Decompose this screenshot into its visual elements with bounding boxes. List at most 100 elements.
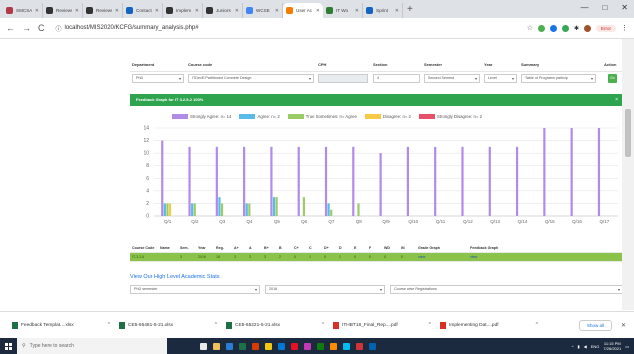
- star-icon[interactable]: ☆: [527, 24, 533, 32]
- puzzle-icon[interactable]: ✱: [574, 25, 579, 32]
- legend-item[interactable]: True Sometimes: n= Agree: [287, 114, 357, 119]
- bar: [330, 209, 333, 216]
- minimize-button[interactable]: —: [580, 3, 588, 12]
- browser-tab[interactable]: SMCSA ✕: [3, 3, 43, 18]
- browser-tab[interactable]: WCSE ✕: [243, 3, 283, 18]
- tab-close-icon[interactable]: ✕: [235, 8, 239, 14]
- taskbar-app-icon[interactable]: [239, 342, 246, 350]
- language-indicator[interactable]: ENG: [591, 344, 600, 349]
- academic-stats-link[interactable]: View Our High Level Academic Stats: [130, 274, 219, 280]
- browser-tab[interactable]: IT Wo ✕: [323, 3, 363, 18]
- extension-icon[interactable]: [549, 24, 557, 32]
- taskbar-app-icon[interactable]: [200, 342, 207, 350]
- cph-field[interactable]: [318, 74, 368, 83]
- system-tray: ^ ▮ ◀ ENG 11:15 PM 7/26/2021 ▭: [572, 341, 634, 351]
- new-tab-button[interactable]: +: [407, 4, 413, 15]
- close-download-bar-icon[interactable]: ✕: [621, 322, 626, 329]
- legend-item[interactable]: Strongly Disagree: n= 2: [418, 114, 482, 119]
- tab-close-icon[interactable]: ✕: [115, 8, 119, 14]
- legend-item[interactable]: Disagree: n= 2: [364, 114, 411, 119]
- chevron-up-icon[interactable]: ^: [322, 322, 324, 328]
- scrollbar-thumb[interactable]: [625, 109, 631, 157]
- level-year-select[interactable]: 2016 ▾: [265, 285, 385, 294]
- close-window-button[interactable]: ✕: [621, 3, 628, 12]
- clock[interactable]: 11:15 PM 7/26/2021: [603, 341, 621, 351]
- page-scrollbar[interactable]: [622, 39, 634, 310]
- browser-tab[interactable]: Juniors ✕: [203, 3, 243, 18]
- panel-title: Feedback Graph for IT 3.2.5-2 100%: [136, 97, 204, 102]
- tab-close-icon[interactable]: ✕: [355, 8, 359, 14]
- taskbar-app-icon[interactable]: [252, 342, 259, 350]
- browser-tab[interactable]: User Ac ✕: [283, 3, 323, 18]
- tab-close-icon[interactable]: ✕: [155, 8, 159, 14]
- download-item[interactable]: Feedback Templat....xlsx ^: [12, 321, 110, 329]
- download-item[interactable]: CE5-65221-5-21.xlsx ^: [226, 321, 324, 329]
- taskbar-app-icon[interactable]: [317, 342, 324, 350]
- browser-tab[interactable]: Implem ✕: [163, 3, 203, 18]
- url-text: localhost/MIS2020/KCFG/summary_analysis.…: [64, 25, 199, 31]
- legend-item[interactable]: Strongly Agree: n= 14: [172, 114, 231, 119]
- registrations-select[interactable]: Course wise Registrations ▾: [390, 285, 623, 294]
- taskbar-app-icon[interactable]: [369, 342, 376, 350]
- legend-item[interactable]: Agree: n= 2: [239, 114, 280, 119]
- tab-close-icon[interactable]: ✕: [275, 8, 279, 14]
- extension-icon[interactable]: [561, 24, 569, 32]
- back-arrow-icon[interactable]: ←: [6, 23, 15, 33]
- go-button[interactable]: Go: [608, 74, 617, 83]
- browser-tab[interactable]: Sprint ✕: [363, 3, 403, 18]
- windows-logo-icon: [5, 342, 12, 350]
- browser-tab[interactable]: Reviews ✕: [83, 3, 123, 18]
- extension-icon[interactable]: [537, 24, 545, 32]
- volume-icon[interactable]: ◀: [584, 344, 587, 349]
- y-tick-label: 14: [143, 126, 149, 132]
- taskbar-app-icon[interactable]: [291, 342, 298, 350]
- taskbar-app-icon[interactable]: [278, 342, 285, 350]
- view-graph-link[interactable]: view: [416, 255, 468, 259]
- taskbar-app-icon[interactable]: [265, 342, 272, 350]
- chevron-up-icon[interactable]: ^: [429, 322, 431, 328]
- chevron-up-icon[interactable]: ^: [536, 322, 538, 328]
- menu-icon[interactable]: ⋮: [621, 24, 628, 32]
- forward-arrow-icon[interactable]: →: [22, 23, 31, 33]
- browser-tab[interactable]: Reviews ✕: [43, 3, 83, 18]
- taskbar-app-icon[interactable]: [213, 342, 220, 350]
- close-icon[interactable]: ×: [615, 94, 618, 106]
- view-graph-link[interactable]: view: [468, 255, 508, 259]
- tab-close-icon[interactable]: ✕: [316, 8, 320, 14]
- browser-tab[interactable]: Contact ✕: [123, 3, 163, 18]
- reload-icon[interactable]: C: [38, 23, 45, 33]
- show-all-button[interactable]: Show all: [578, 319, 612, 331]
- download-item[interactable]: CE5-65481-5-21.xlsx ^: [119, 321, 217, 329]
- taskbar-app-icon[interactable]: [226, 342, 233, 350]
- taskbar-app-icon[interactable]: [356, 342, 363, 350]
- taskbar-search[interactable]: ⚲ Type here to search: [17, 338, 167, 354]
- column-header: C+: [294, 246, 299, 250]
- section-field[interactable]: 4: [373, 74, 420, 83]
- semester-select[interactable]: Second Semest ▾: [424, 74, 480, 83]
- download-item[interactable]: ITHBT18_Final_Rep....pdf ^: [333, 321, 431, 329]
- year-select[interactable]: Level ▾: [484, 74, 517, 83]
- tab-close-icon[interactable]: ✕: [195, 8, 199, 14]
- chevron-up-icon[interactable]: ^: [215, 322, 217, 328]
- tab-close-icon[interactable]: ✕: [75, 8, 79, 14]
- department-select[interactable]: PhD ▾: [132, 74, 184, 83]
- profile-error-button[interactable]: Error: [596, 24, 616, 32]
- tab-close-icon[interactable]: ✕: [395, 8, 399, 14]
- taskbar-app-icon[interactable]: [330, 342, 337, 350]
- network-icon[interactable]: ▮: [577, 344, 579, 349]
- taskbar-app-icon[interactable]: [304, 342, 311, 350]
- level-semester-select[interactable]: PhD semester ▾: [130, 285, 260, 294]
- chevron-up-icon[interactable]: ^: [572, 344, 574, 349]
- download-item[interactable]: Implementing Dat....pdf ^: [440, 321, 538, 329]
- url-field[interactable]: ⓘ localhost/MIS2020/KCFG/summary_analysis…: [56, 24, 199, 33]
- y-tick-label: 4: [146, 188, 149, 194]
- avatar[interactable]: [584, 24, 591, 32]
- tab-close-icon[interactable]: ✕: [35, 8, 39, 14]
- course-code-select[interactable]: ITDevE:Partitioned Concrete Design ▾: [188, 74, 314, 83]
- summary-select[interactable]: Table of Programs particip ▾: [521, 74, 596, 83]
- chevron-up-icon[interactable]: ^: [108, 322, 110, 328]
- taskbar-app-icon[interactable]: [343, 342, 350, 350]
- notification-icon[interactable]: ▭: [625, 344, 629, 349]
- maximize-button[interactable]: □: [602, 3, 607, 12]
- windows-start-button[interactable]: [0, 338, 17, 354]
